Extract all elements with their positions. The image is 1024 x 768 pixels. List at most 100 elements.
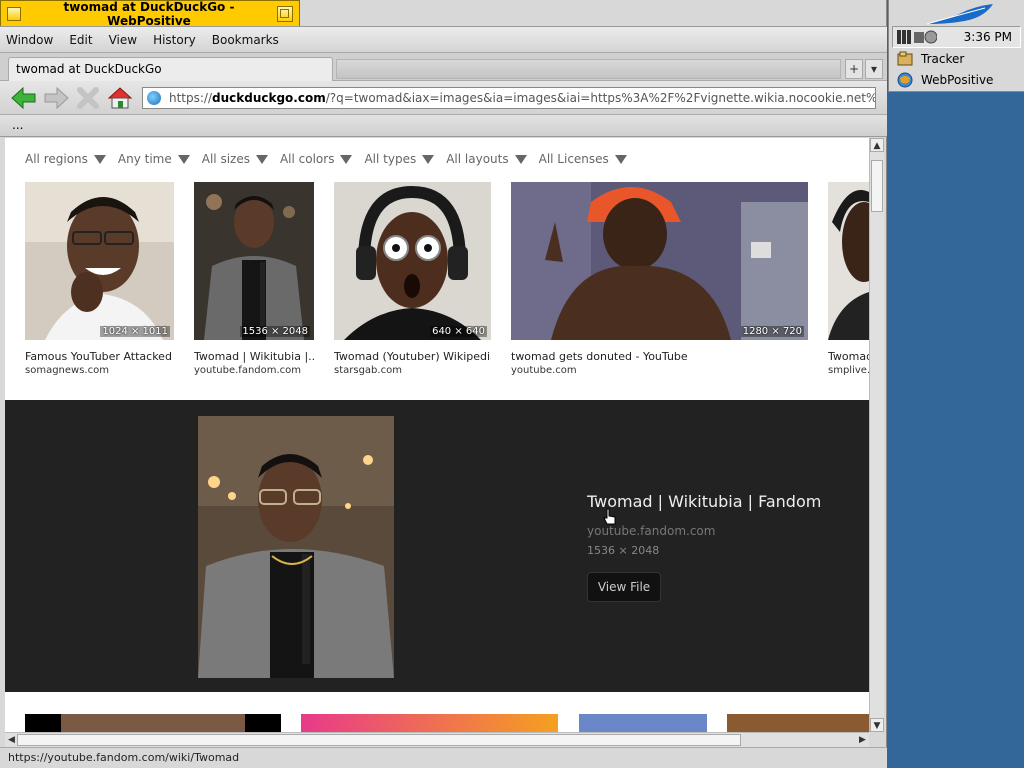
forward-button[interactable] (40, 83, 72, 113)
deskbar-app-tracker[interactable]: Tracker (889, 48, 1024, 69)
result-title[interactable]: Twomad (828, 350, 869, 363)
url-field[interactable]: https:// duckduckgo.com /?q=twomad&iax=i… (142, 86, 876, 109)
deskbar-app-webpositive[interactable]: WebPositive (889, 69, 1024, 90)
url-domain: duckduckgo.com (212, 90, 326, 105)
clock[interactable]: 3:36 PM (964, 30, 1012, 44)
page-content: All regions Any time All sizes All color… (5, 138, 869, 732)
image-size-badge: 640 × 640 (430, 326, 487, 337)
haiku-leaf-icon (926, 4, 993, 25)
bookmark-bar: ... (0, 115, 887, 137)
image-result[interactable]: 1024 × 1011 Famous YouTuber Attacked ...… (25, 182, 174, 376)
horizontal-scroll-thumb[interactable] (17, 734, 741, 746)
filter-region[interactable]: All regions (25, 152, 106, 166)
result-source: smplive.f (828, 365, 869, 376)
status-text: https://youtube.fandom.com/wiki/Twomad (8, 751, 240, 764)
vertical-scrollbar[interactable]: ▲ ▼ (869, 138, 884, 732)
image-result[interactable]: Twomad smplive.f (828, 182, 869, 376)
result-image[interactable] (828, 182, 869, 340)
stop-button[interactable] (72, 83, 104, 113)
deskbar-menu-button[interactable] (889, 0, 1024, 26)
bookmarks-overflow-button[interactable]: ... (12, 118, 23, 132)
filter-label: All Licenses (538, 152, 609, 166)
filter-time[interactable]: Any time (118, 152, 190, 166)
url-scheme: https:// (169, 90, 213, 105)
scroll-down-icon[interactable]: ▼ (870, 718, 884, 732)
image-result-partial[interactable] (579, 714, 707, 732)
home-icon (107, 86, 133, 108)
menu-view[interactable]: View (109, 33, 137, 47)
detail-source[interactable]: youtube.fandom.com (587, 524, 715, 538)
app-label: Tracker (921, 51, 965, 66)
forward-arrow-icon (44, 86, 69, 109)
filter-layout[interactable]: All layouts (446, 152, 527, 166)
result-source: somagnews.com (25, 365, 109, 376)
image-size-badge: 1024 × 1011 (100, 326, 170, 337)
deskbar: 3:36 PM Tracker WebPositive (888, 0, 1024, 92)
tab-list-button[interactable]: ▾ (865, 59, 883, 79)
tab-active[interactable]: twomad at DuckDuckGo (8, 57, 333, 81)
result-image[interactable]: 640 × 640 (334, 182, 491, 340)
portrait-image (828, 182, 869, 340)
menu-history[interactable]: History (153, 33, 196, 47)
detail-title[interactable]: Twomad | Wikitubia | Fandom (587, 492, 821, 511)
portrait-image (194, 182, 314, 340)
filter-bar: All regions Any time All sizes All color… (25, 152, 639, 166)
view-file-button[interactable]: View File (587, 572, 661, 602)
scroll-right-icon[interactable]: ▶ (856, 733, 869, 747)
image-detail-panel: Twomad | Wikitubia | Fandom youtube.fand… (5, 400, 869, 692)
result-title[interactable]: Twomad (Youtuber) Wikipedia... (334, 350, 491, 363)
caret-down-icon (177, 154, 190, 164)
menu-edit[interactable]: Edit (69, 33, 92, 47)
horizontal-scrollbar[interactable]: ◀ ▶ (5, 732, 869, 747)
navigation-bar: https:// duckduckgo.com /?q=twomad&iax=i… (0, 81, 887, 115)
result-image[interactable]: 1280 × 720 (511, 182, 808, 340)
result-title[interactable]: Twomad | Wikitubia |... (194, 350, 314, 363)
result-title[interactable]: Famous YouTuber Attacked ... (25, 350, 174, 363)
image-size-badge: 1280 × 720 (740, 326, 804, 337)
filter-size[interactable]: All sizes (202, 152, 268, 166)
result-image[interactable]: 1536 × 2048 (194, 182, 314, 340)
result-title[interactable]: twomad gets donuted - YouTube (511, 350, 808, 363)
new-tab-button[interactable]: + (845, 59, 863, 79)
detail-image[interactable] (198, 416, 394, 678)
home-button[interactable] (104, 83, 136, 113)
tab-bar-empty (336, 59, 841, 79)
window-title: twomad at DuckDuckGo - WebPositive (63, 0, 235, 28)
image-result[interactable]: 1280 × 720 twomad gets donuted - YouTube… (511, 182, 808, 376)
image-result[interactable]: 1536 × 2048 Twomad | Wikitubia |... yout… (194, 182, 314, 376)
filter-label: Any time (117, 152, 172, 166)
portrait-image (334, 182, 491, 340)
url-path: /?q=twomad&iax=images&ia=images&iai=http… (325, 90, 875, 105)
image-size-badge: 1536 × 2048 (240, 326, 310, 337)
result-image[interactable]: 1024 × 1011 (25, 182, 174, 340)
tracker-icon (897, 51, 913, 65)
window-title-tab[interactable]: twomad at DuckDuckGo - WebPositive (0, 0, 300, 28)
filter-type[interactable]: All types (364, 152, 435, 166)
filter-color[interactable]: All colors (280, 152, 353, 166)
scroll-up-icon[interactable]: ▲ (870, 138, 884, 152)
menu-bookmarks[interactable]: Bookmarks (212, 33, 279, 47)
caret-down-icon (340, 154, 353, 164)
result-source: youtube.fandom.com (194, 365, 302, 376)
filter-label: All regions (25, 152, 88, 166)
video-frame-image (511, 182, 808, 340)
back-button[interactable] (8, 83, 40, 113)
caret-down-icon (514, 154, 527, 164)
filter-label: All types (364, 152, 417, 166)
filter-label: All sizes (201, 152, 250, 166)
caret-down-icon (422, 154, 435, 164)
tray-status-icons[interactable] (897, 29, 937, 45)
image-result-partial[interactable] (727, 714, 869, 732)
close-box-icon[interactable] (7, 6, 21, 21)
back-arrow-icon (11, 86, 36, 109)
webpositive-icon (897, 72, 913, 87)
filter-license[interactable]: All Licenses (539, 152, 627, 166)
vertical-scroll-thumb[interactable] (871, 160, 883, 212)
menu-window[interactable]: Window (6, 33, 53, 47)
zoom-box-icon[interactable] (277, 5, 293, 22)
caret-down-icon (255, 154, 268, 164)
status-bar: https://youtube.fandom.com/wiki/Twomad (0, 747, 887, 768)
image-result-partial[interactable] (301, 714, 558, 732)
image-result-partial[interactable] (25, 714, 281, 732)
image-result[interactable]: 640 × 640 Twomad (Youtuber) Wikipedia...… (334, 182, 491, 376)
